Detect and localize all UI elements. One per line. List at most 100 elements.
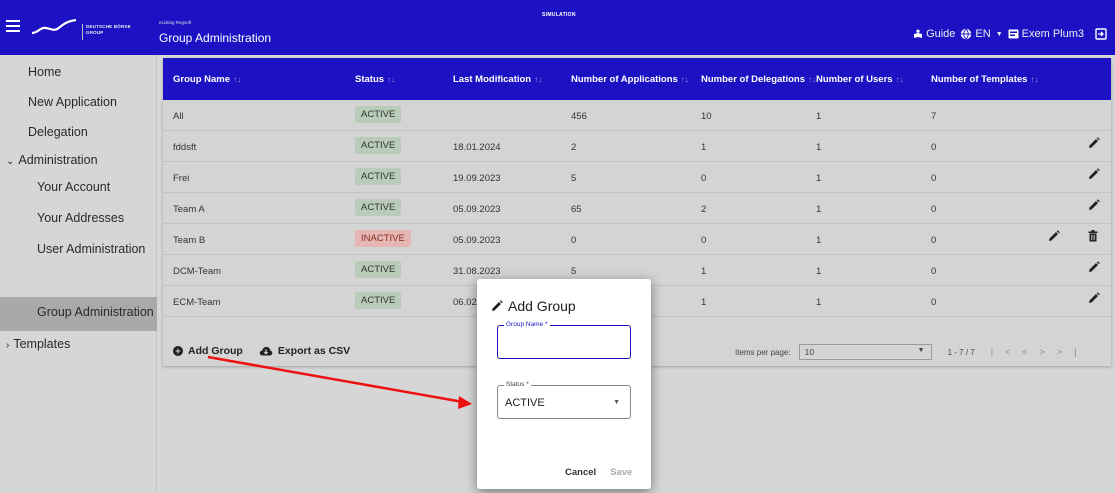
status-badge: ACTIVE	[355, 261, 402, 278]
column-label: Last Modification	[453, 74, 532, 85]
column-header-delegations[interactable]: Number of Delegations ↑↓	[701, 74, 816, 85]
cell-templates: 0	[931, 204, 937, 215]
table-row[interactable]: Frei ACTIVE 19.09.2023 5 0 1 0	[163, 162, 1111, 193]
cancel-button[interactable]: Cancel	[565, 467, 596, 478]
cell-delegations: 1	[701, 266, 707, 277]
sort-icon: ↑↓	[895, 75, 904, 84]
globe-icon	[961, 28, 972, 40]
cell-users: 1	[816, 297, 822, 308]
cell-delegations: 0	[701, 235, 707, 246]
sort-icon: ↑↓	[1030, 75, 1039, 84]
dropdown-arrow-icon: ▼	[917, 347, 925, 354]
add-group-button[interactable]: + Add Group	[173, 345, 243, 357]
column-label: Number of Applications	[571, 74, 678, 85]
cell-templates: 0	[931, 142, 937, 153]
cell-users: 1	[816, 204, 822, 215]
cell-group-name: fddsft	[173, 142, 197, 153]
guide-link[interactable]: Guide	[913, 28, 955, 40]
cell-group-name: ECM-Team	[173, 297, 221, 308]
column-label: Status	[355, 74, 385, 85]
cell-delegations: 1	[701, 142, 707, 153]
cell-users: 1	[816, 142, 822, 153]
logo-line-2: GROUP	[86, 30, 104, 35]
edit-pencil-icon[interactable]	[1088, 292, 1100, 304]
edit-pencil-icon[interactable]	[1088, 168, 1100, 180]
items-per-page-select[interactable]: 10 ▼	[798, 344, 932, 360]
column-header-users[interactable]: Number of Users ↑↓	[816, 74, 904, 85]
table-row[interactable]: fddsft ACTIVE 18.01.2024 2 1 1 0	[163, 131, 1111, 162]
table-row[interactable]: All ACTIVE 456 10 1 7	[163, 100, 1111, 131]
cell-applications: 65	[571, 204, 582, 215]
edit-pencil-icon[interactable]	[1048, 230, 1060, 242]
status-badge: INACTIVE	[355, 230, 411, 247]
logo-text: DEUTSCHE BÖRSE GROUP	[86, 24, 131, 36]
column-label: Number of Templates	[931, 74, 1028, 85]
sidebar: Home New Application Delegation ⌄ Adminis…	[0, 55, 157, 493]
dropdown-arrow-icon[interactable]: ▼	[996, 31, 1003, 38]
column-header-group-name[interactable]: Group Name ↑↓	[173, 74, 241, 85]
sidebar-item-group-administration[interactable]: Group Administration	[37, 305, 154, 319]
cell-users: 1	[816, 173, 822, 184]
sidebar-item-user-administration[interactable]: User Administration	[37, 242, 145, 256]
page-title: Group Administration	[159, 31, 272, 45]
save-button[interactable]: Save	[610, 467, 632, 478]
chevron-down-icon: ⌄	[6, 156, 15, 167]
sidebar-item-delegation[interactable]: Delegation	[28, 125, 88, 139]
cell-modified: 05.09.2023	[453, 235, 501, 246]
export-csv-button[interactable]: Export as CSV	[259, 345, 350, 357]
column-header-applications[interactable]: Number of Applications ↑↓	[571, 74, 689, 85]
table-row[interactable]: Team A ACTIVE 05.09.2023 65 2 1 0	[163, 193, 1111, 224]
next-page-icon[interactable]: >	[1040, 347, 1057, 357]
language-selector[interactable]: EN	[960, 28, 991, 40]
trash-icon[interactable]	[1088, 230, 1098, 242]
logout-icon[interactable]	[1095, 28, 1107, 40]
column-header-templates[interactable]: Number of Templates ↑↓	[931, 74, 1038, 85]
status-select[interactable]: Status * ACTIVE ▼	[497, 381, 631, 419]
hamburger-menu-icon[interactable]	[6, 20, 20, 32]
dialog-title-label: Add Group	[508, 298, 576, 314]
cell-applications: 0	[571, 235, 577, 246]
sidebar-item-your-account[interactable]: Your Account	[37, 180, 110, 194]
cell-group-name: DCM-Team	[173, 266, 222, 277]
status-badge: ACTIVE	[355, 168, 402, 185]
sidebar-item-home[interactable]: Home	[28, 65, 61, 79]
group-name-input[interactable]: Group Name *	[497, 321, 631, 359]
items-per-page-label: Items per page:	[735, 347, 791, 357]
last-page-icon[interactable]: >|	[1057, 347, 1089, 357]
cell-group-name: All	[173, 111, 184, 122]
cell-delegations: 2	[701, 204, 707, 215]
cell-modified: 19.09.2023	[453, 173, 501, 184]
chevron-right-icon: ›	[6, 340, 10, 351]
status-badge: ACTIVE	[355, 106, 402, 123]
dropdown-arrow-icon: ▼	[613, 399, 620, 406]
cell-templates: 0	[931, 266, 937, 277]
sidebar-item-your-addresses[interactable]: Your Addresses	[37, 211, 124, 225]
column-header-status[interactable]: Status ↑↓	[355, 74, 395, 85]
sidebar-item-templates-row[interactable]: › Templates	[6, 337, 70, 351]
page-range-label: 1 - 7 / 7	[947, 347, 975, 357]
deutsche-boerse-logo-icon	[31, 18, 77, 35]
edit-pencil-icon[interactable]	[1088, 137, 1100, 149]
sidebar-item-administration[interactable]: ⌄ Administration	[6, 153, 98, 167]
guide-icon	[914, 29, 923, 38]
prev-page-icon[interactable]: <	[1022, 347, 1039, 357]
user-label: Exem Plum3	[1021, 28, 1084, 40]
plus-circle-icon: +	[173, 346, 183, 356]
edit-pencil-icon[interactable]	[1088, 261, 1100, 273]
cell-modified: 18.01.2024	[453, 142, 501, 153]
table-row[interactable]: Team B INACTIVE 05.09.2023 0 0 1 0	[163, 224, 1111, 255]
cell-users: 1	[816, 266, 822, 277]
edit-pencil-icon[interactable]	[1088, 199, 1100, 211]
sidebar-item-new-application[interactable]: New Application	[28, 95, 117, 109]
column-label: Number of Delegations	[701, 74, 805, 85]
user-card-icon	[1008, 29, 1019, 39]
language-label: EN	[975, 28, 991, 40]
sidebar-item-administration-label: Administration	[18, 153, 98, 167]
first-page-icon[interactable]: |<	[991, 347, 1023, 357]
column-header-last-modification[interactable]: Last Modification ↑↓	[453, 74, 542, 85]
cell-templates: 0	[931, 235, 937, 246]
user-menu[interactable]: Exem Plum3	[1008, 28, 1084, 40]
cloud-download-icon	[259, 346, 273, 356]
page-navigation: |<<>>|	[991, 347, 1089, 357]
cell-templates: 0	[931, 173, 937, 184]
